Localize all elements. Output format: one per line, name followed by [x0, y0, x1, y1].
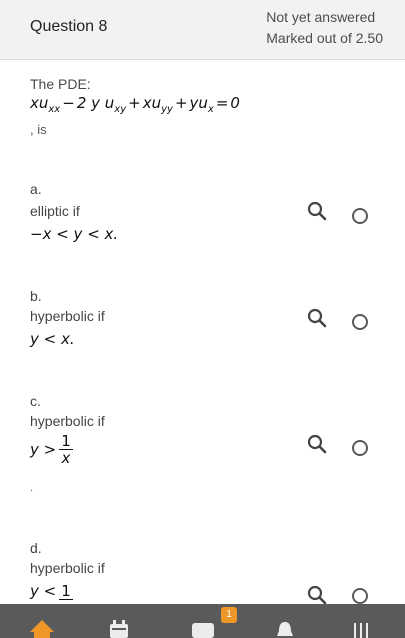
- notification-icon[interactable]: [275, 620, 295, 638]
- option-math: y < x.: [30, 330, 75, 348]
- question-status: Not yet answered Marked out of 2.50: [266, 7, 383, 49]
- prompt-trail: , is: [30, 122, 47, 137]
- option-label: hyperbolic if: [30, 560, 105, 576]
- fraction-denominator: x: [61, 449, 71, 467]
- math-lhs: y >: [30, 440, 57, 459]
- magnifier-icon[interactable]: [306, 584, 328, 606]
- question-header: Question 8 Not yet answered Marked out o…: [0, 0, 405, 60]
- magnifier-icon[interactable]: [306, 307, 328, 329]
- option-c-radio[interactable]: [352, 440, 368, 456]
- notification-badge: 1: [221, 607, 237, 623]
- magnifier-icon[interactable]: [306, 433, 328, 455]
- home-icon[interactable]: [28, 618, 56, 638]
- fraction: 1: [59, 581, 73, 600]
- fraction-numerator: 1: [59, 432, 73, 450]
- option-letter: d.: [30, 540, 42, 556]
- option-letter: b.: [30, 288, 42, 304]
- marks-info: Marked out of 2.50: [266, 30, 383, 46]
- answer-status: Not yet answered: [266, 9, 376, 25]
- fraction: 1x: [59, 434, 73, 466]
- option-label: hyperbolic if: [30, 308, 105, 324]
- option-math: y <1: [30, 582, 73, 600]
- question-title: Question 8: [30, 18, 108, 35]
- magnifier-icon[interactable]: [306, 200, 328, 222]
- option-label: elliptic if: [30, 203, 80, 219]
- chat-icon[interactable]: [190, 620, 216, 638]
- menu-icon[interactable]: [352, 620, 370, 638]
- fraction-numerator: 1: [59, 581, 73, 600]
- option-b-radio[interactable]: [352, 314, 368, 330]
- math-lhs: y <: [30, 582, 57, 600]
- option-letter: c.: [30, 393, 41, 409]
- option-label: hyperbolic if: [30, 413, 105, 429]
- option-a-radio[interactable]: [352, 208, 368, 224]
- option-math: −x < y < x.: [30, 225, 119, 243]
- option-letter: a.: [30, 181, 42, 197]
- option-d-radio[interactable]: [352, 588, 368, 604]
- calendar-icon[interactable]: [108, 620, 130, 638]
- option-period: .: [30, 482, 34, 494]
- option-math: y >1 x: [30, 434, 73, 466]
- question-prompt: The PDE:: [30, 76, 91, 92]
- pde-equation: xuxx −2 y uxy + xuyy + yux = 0: [30, 94, 240, 115]
